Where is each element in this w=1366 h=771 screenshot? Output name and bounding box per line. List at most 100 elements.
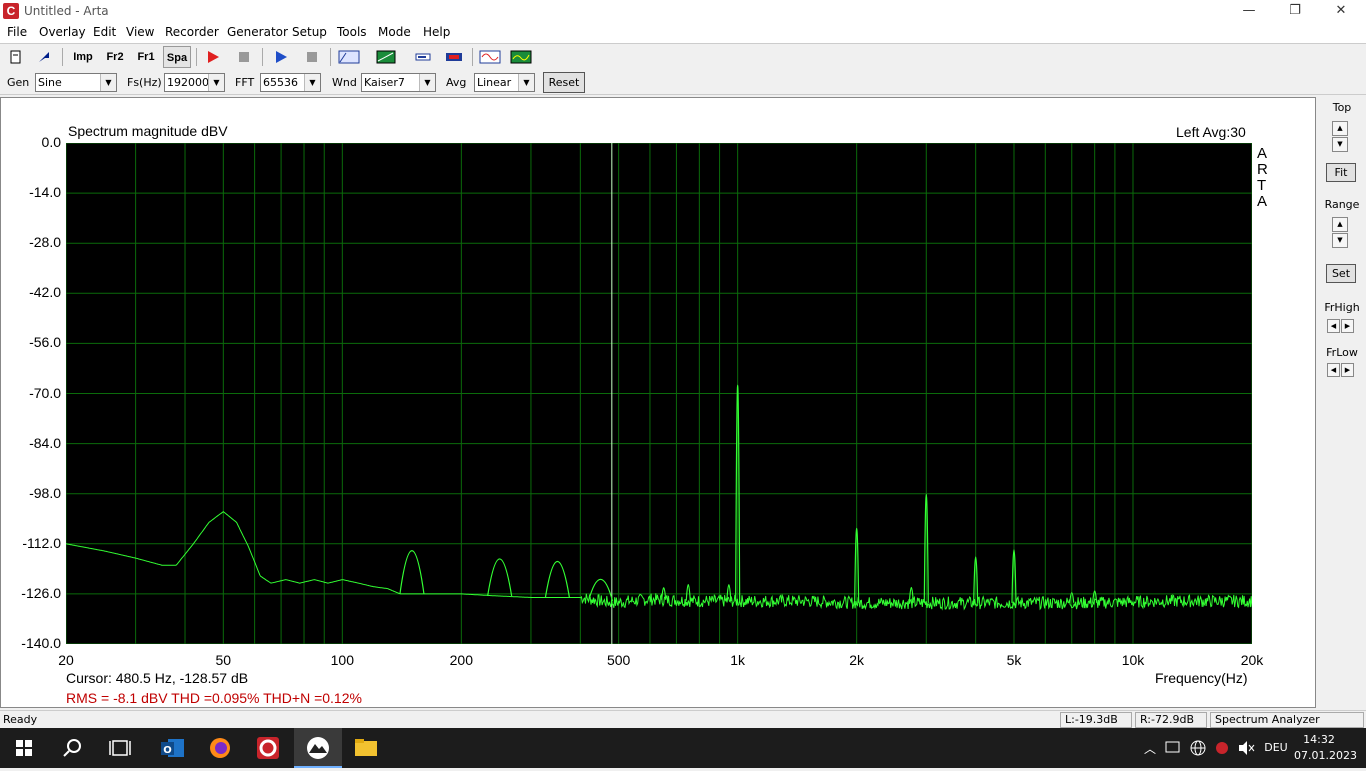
folder-icon <box>355 739 377 756</box>
taskbar-outlook[interactable]: O <box>148 728 196 768</box>
y-tick-label: -98.0 <box>29 484 61 501</box>
menu-tools[interactable]: Tools <box>337 25 367 39</box>
abc-setup-button[interactable] <box>337 46 361 68</box>
calibration-icon <box>446 53 462 61</box>
task-view-button[interactable] <box>96 728 144 768</box>
graph-icon <box>376 50 396 64</box>
y-tick-label: -14.0 <box>29 184 61 201</box>
set-button[interactable]: Set <box>1326 264 1356 283</box>
tray-network-button[interactable] <box>1187 728 1209 768</box>
mode-spa-button[interactable]: Spa <box>163 46 191 68</box>
chevron-down-icon: ▼ <box>100 74 116 91</box>
chevron-up-icon[interactable]: ︿ <box>1140 740 1160 757</box>
signal-generator-button[interactable] <box>478 46 502 68</box>
top-down-button[interactable]: ▼ <box>1332 137 1348 152</box>
fs-select[interactable]: 192000 ▼ <box>164 73 225 92</box>
generator-stop-button[interactable] <box>300 46 324 68</box>
tray-volume-button[interactable] <box>1235 728 1257 768</box>
menu-bar: File Overlay Edit View Recorder Generato… <box>0 23 1366 43</box>
avg-select[interactable]: Linear ▼ <box>474 73 535 92</box>
arta-app-icon[interactable]: C <box>3 3 19 19</box>
menu-generator[interactable]: Generator <box>227 25 288 39</box>
harmonic-peak <box>487 558 513 597</box>
generator-play-button[interactable] <box>269 46 293 68</box>
taskbar-explorer[interactable] <box>342 728 390 768</box>
gen-label: Gen <box>7 76 30 89</box>
globe-icon <box>1190 740 1206 756</box>
tray-clock-date[interactable]: 07.01.2023 <box>1294 749 1357 762</box>
menu-help[interactable]: Help <box>423 25 450 39</box>
x-tick-label: 5k <box>1006 652 1022 668</box>
avg-label: Avg <box>446 76 467 89</box>
record-stop-button[interactable] <box>232 46 256 68</box>
open-file-button[interactable] <box>32 46 56 68</box>
range-up-button[interactable]: ▲ <box>1332 217 1348 232</box>
taskbar-search-button[interactable] <box>48 728 96 768</box>
record-play-icon <box>208 51 219 63</box>
shield-icon <box>1216 742 1228 754</box>
language-indicator[interactable]: DEU <box>1262 741 1290 754</box>
fft-value: 65536 <box>263 76 298 89</box>
gen-select[interactable]: Sine ▼ <box>35 73 117 92</box>
stop-icon <box>239 52 249 62</box>
new-file-button[interactable] <box>4 46 28 68</box>
calibration-button[interactable] <box>442 46 466 68</box>
analyzer-controls: Gen Sine ▼ Fs(Hz) 192000 ▼ FFT 65536 ▼ Wnd … <box>0 69 1366 95</box>
tray-clock-time[interactable]: 14:32 <box>1296 733 1342 746</box>
y-tick-label: -28.0 <box>29 234 61 251</box>
reset-button[interactable]: Reset <box>543 72 585 93</box>
taskbar-firefox[interactable] <box>196 728 244 768</box>
menu-recorder[interactable]: Recorder <box>165 25 219 39</box>
new-file-icon <box>10 50 21 64</box>
scale-side-panel <box>1318 97 1366 708</box>
menu-edit[interactable]: Edit <box>93 25 116 39</box>
channel-avg-label: Left Avg:30 <box>1176 124 1246 140</box>
menu-file[interactable]: File <box>7 25 27 39</box>
spectrum-plot[interactable] <box>65 142 1253 645</box>
frhigh-left-button[interactable]: ◀ <box>1327 319 1340 333</box>
watermark-letter: T <box>1257 177 1267 194</box>
start-button[interactable] <box>0 728 48 768</box>
chevron-down-icon: ▼ <box>304 74 320 91</box>
x-tick-label: 200 <box>449 652 474 668</box>
graph-setup-button[interactable] <box>374 46 398 68</box>
taskbar-arta[interactable] <box>244 728 292 768</box>
tray-device-button[interactable] <box>1162 728 1184 768</box>
close-button[interactable]: ✕ <box>1318 0 1364 23</box>
mode-fr1-button[interactable]: Fr1 <box>132 46 160 68</box>
menu-overlay[interactable]: Overlay <box>39 25 86 39</box>
menu-mode[interactable]: Mode <box>378 25 411 39</box>
mode-imp-button[interactable]: Imp <box>69 46 97 68</box>
device-icon <box>1165 741 1180 753</box>
menu-view[interactable]: View <box>126 25 154 39</box>
range-label: Range <box>1324 198 1360 211</box>
task-view-icon <box>109 740 131 756</box>
fft-select[interactable]: 65536 ▼ <box>260 73 321 92</box>
frlow-right-button[interactable]: ▶ <box>1341 363 1354 377</box>
frhigh-right-button[interactable]: ▶ <box>1341 319 1354 333</box>
y-tick-label: -126.0 <box>21 584 61 601</box>
record-button[interactable] <box>201 46 225 68</box>
top-up-button[interactable]: ▲ <box>1332 121 1348 136</box>
x-tick-label: 20k <box>1240 652 1264 668</box>
chevron-down-icon: ▼ <box>518 74 534 91</box>
frlow-left-button[interactable]: ◀ <box>1327 363 1340 377</box>
fit-button[interactable]: Fit <box>1326 163 1356 182</box>
audio-device-button[interactable] <box>411 46 435 68</box>
restore-button[interactable]: ❐ <box>1272 0 1318 23</box>
wnd-select[interactable]: Kaiser7 ▼ <box>361 73 436 92</box>
menu-setup[interactable]: Setup <box>292 25 327 39</box>
outlook-icon: O <box>161 739 184 757</box>
svg-text:O: O <box>163 745 172 756</box>
toolbar: Imp Fr2 Fr1 Spa <box>0 43 1366 69</box>
taskbar-active-app[interactable] <box>294 728 342 768</box>
x-tick-label: 500 <box>606 652 631 668</box>
minimize-button[interactable]: — <box>1226 0 1272 23</box>
range-down-button[interactable]: ▼ <box>1332 233 1348 248</box>
fft-label: FFT <box>235 76 255 89</box>
mode-fr2-button[interactable]: Fr2 <box>101 46 129 68</box>
tray-security-button[interactable] <box>1211 728 1233 768</box>
spectrum-view-button[interactable] <box>509 46 533 68</box>
speaker-muted-icon <box>1239 741 1255 755</box>
firefox-icon <box>210 738 230 758</box>
